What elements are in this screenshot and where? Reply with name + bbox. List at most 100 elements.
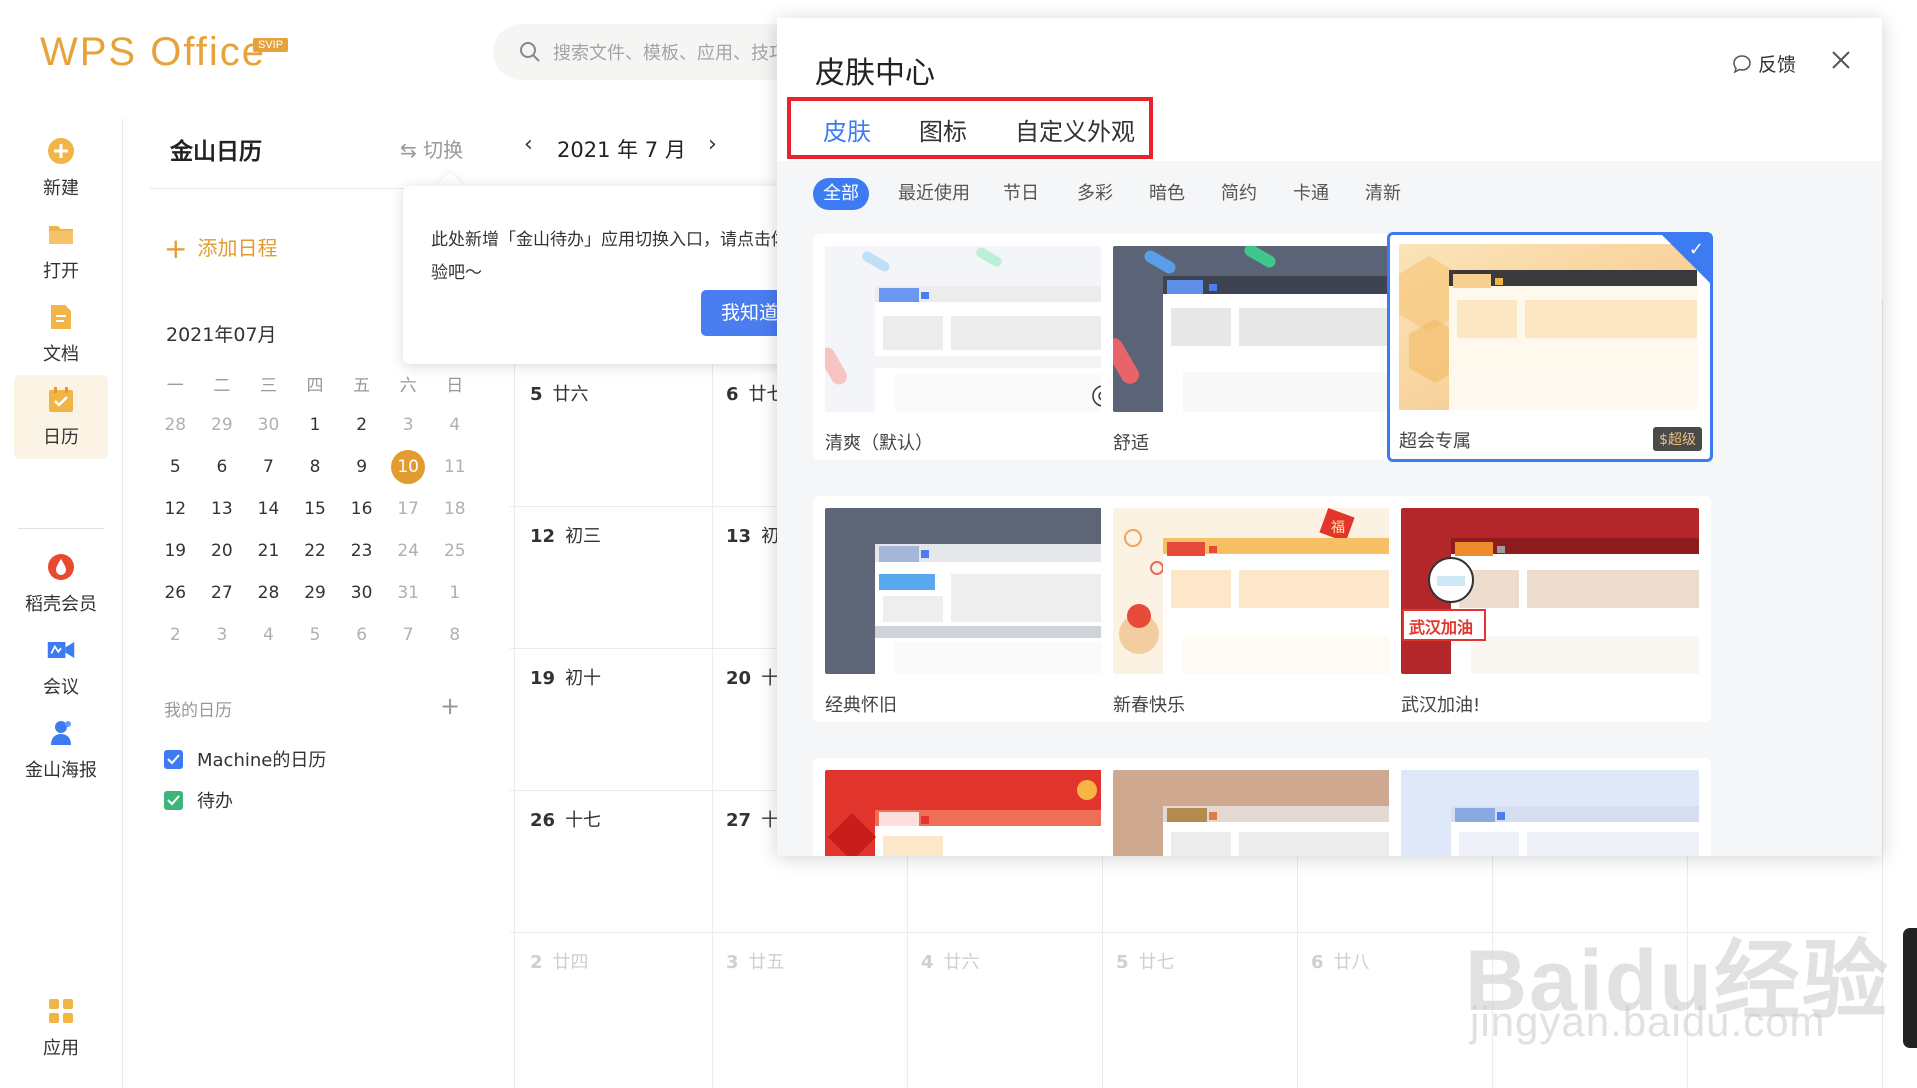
day-cell[interactable]: 26 十七 — [530, 806, 601, 832]
date-cell[interactable]: 28 — [245, 583, 292, 603]
rail-item-apps[interactable]: 应用 — [14, 986, 108, 1070]
date-cell[interactable]: 7 — [245, 457, 292, 477]
date-cell[interactable]: 3 — [385, 415, 432, 435]
switch-button[interactable]: ⇆ 切换 — [400, 134, 463, 163]
skin-card[interactable] — [813, 758, 1135, 856]
date-cell[interactable]: 7 — [385, 625, 432, 645]
date-cell[interactable]: 31 — [385, 583, 432, 603]
next-month-button[interactable]: › — [708, 132, 717, 157]
date-cell[interactable]: 29 — [292, 583, 339, 603]
date-number: 19 — [164, 541, 187, 561]
lunar-date: 初十 — [565, 668, 602, 689]
date-cell[interactable]: 20 — [199, 541, 246, 561]
skin-thumbnail — [1399, 244, 1697, 410]
day-cell[interactable]: 3 廿五 — [726, 948, 785, 974]
calendar-item-todo[interactable]: 待办 — [164, 787, 233, 813]
plus-icon: + — [164, 232, 188, 265]
date-cell[interactable]: 13 — [199, 499, 246, 519]
day-cell[interactable]: 5 廿六 — [530, 380, 589, 406]
date-cell[interactable]: 30 — [338, 583, 385, 603]
date-cell[interactable]: 21 — [245, 541, 292, 561]
rail-item-new[interactable]: 新建 — [14, 126, 108, 210]
date-cell[interactable]: 6 — [199, 457, 246, 477]
date-cell[interactable]: 26 — [152, 583, 199, 603]
filter-all[interactable]: 全部 — [813, 178, 869, 210]
rail-item-meeting[interactable]: 会议 — [14, 625, 108, 709]
checkbox-checked[interactable] — [164, 749, 183, 769]
date-cell[interactable]: 8 — [431, 625, 478, 645]
day-cell[interactable]: 2 廿四 — [530, 948, 589, 974]
date-cell[interactable]: 3 — [199, 625, 246, 645]
today-date[interactable]: 10 — [385, 450, 432, 484]
rail-item-poster[interactable]: 金山海报 — [14, 708, 108, 792]
date-cell[interactable]: 23 — [338, 541, 385, 561]
date-cell[interactable]: 1 — [292, 415, 339, 435]
date-cell[interactable]: 5 — [292, 625, 339, 645]
rail-item-docs[interactable]: 文档 — [14, 292, 108, 376]
date-cell[interactable]: 30 — [245, 415, 292, 435]
date-cell[interactable]: 27 — [199, 583, 246, 603]
day-cell[interactable]: 5 廿七 — [1116, 948, 1175, 974]
day-cell[interactable]: 6 廿七 — [726, 380, 785, 406]
rail-item-calendar[interactable]: 日历 — [14, 375, 108, 459]
date-cell[interactable]: 5 — [152, 457, 199, 477]
add-schedule-button[interactable]: + 添加日程 — [164, 232, 277, 265]
feedback-button[interactable]: 反馈 — [1732, 50, 1796, 77]
checkbox-checked[interactable] — [164, 790, 183, 810]
date-cell[interactable]: 1 — [431, 583, 478, 603]
skin-card[interactable]: 武汉加油 武汉加油! — [1389, 496, 1711, 722]
filter-recent[interactable]: 最近使用 — [898, 178, 970, 210]
skin-card[interactable]: 清爽（默认） — [813, 234, 1135, 460]
filter-fresh[interactable]: 清新 — [1365, 178, 1401, 210]
skin-thumbnail — [1113, 770, 1411, 856]
date-cell[interactable]: 18 — [431, 499, 478, 519]
skin-card[interactable]: 福 新春快乐 — [1101, 496, 1423, 722]
skin-card[interactable] — [1101, 758, 1423, 856]
filter-cartoon[interactable]: 卡通 — [1293, 178, 1329, 210]
tab-custom-appearance[interactable]: 自定义外观 — [1015, 112, 1135, 147]
scrollbar-thumb[interactable] — [1903, 928, 1917, 1048]
date-cell[interactable]: 17 — [385, 499, 432, 519]
close-icon[interactable] — [1827, 46, 1855, 74]
date-cell[interactable]: 2 — [338, 415, 385, 435]
filter-festival[interactable]: 节日 — [1003, 178, 1039, 210]
date-cell[interactable]: 6 — [338, 625, 385, 645]
day-cell[interactable]: 19 初十 — [530, 664, 601, 690]
date-cell[interactable]: 14 — [245, 499, 292, 519]
date-number: 2 — [356, 415, 368, 435]
date-number: 26 — [164, 583, 187, 603]
rail-item-docer[interactable]: 稻壳会员 — [14, 542, 108, 626]
day-cell[interactable]: 4 廿六 — [921, 948, 980, 974]
filter-colorful[interactable]: 多彩 — [1077, 178, 1113, 210]
date-cell[interactable]: 9 — [338, 457, 385, 477]
calendar-item-machine[interactable]: Machine的日历 — [164, 746, 326, 772]
tab-skin[interactable]: 皮肤 — [823, 112, 871, 147]
date-cell[interactable]: 2 — [152, 625, 199, 645]
date-cell[interactable]: 15 — [292, 499, 339, 519]
skin-card[interactable]: 经典怀旧 — [813, 496, 1135, 722]
date-cell[interactable]: 4 — [431, 415, 478, 435]
filter-simple[interactable]: 简约 — [1221, 178, 1257, 210]
skin-card-selected[interactable]: ✓ 超会专属 $超级 — [1387, 232, 1713, 462]
day-cell[interactable]: 12 初三 — [530, 522, 601, 548]
date-cell[interactable]: 8 — [292, 457, 339, 477]
date-cell[interactable]: 12 — [152, 499, 199, 519]
date-cell[interactable]: 25 — [431, 541, 478, 561]
rail-item-open[interactable]: 打开 — [14, 209, 108, 293]
filter-dark[interactable]: 暗色 — [1149, 178, 1185, 210]
date-cell[interactable]: 22 — [292, 541, 339, 561]
date-cell[interactable]: 4 — [245, 625, 292, 645]
tab-icon[interactable]: 图标 — [919, 112, 967, 147]
add-calendar-button[interactable]: + — [440, 692, 460, 720]
date-cell[interactable]: 11 — [431, 457, 478, 477]
date-cell[interactable]: 24 — [385, 541, 432, 561]
skin-card[interactable]: 舒适 — [1101, 234, 1423, 460]
date-cell[interactable]: 29 — [199, 415, 246, 435]
day-cell[interactable]: 6 廿八 — [1311, 948, 1370, 974]
date-cell[interactable]: 16 — [338, 499, 385, 519]
grid-line — [514, 300, 515, 1088]
date-cell[interactable]: 19 — [152, 541, 199, 561]
prev-month-button[interactable]: ‹ — [524, 132, 533, 157]
skin-card[interactable] — [1389, 758, 1711, 856]
date-cell[interactable]: 28 — [152, 415, 199, 435]
